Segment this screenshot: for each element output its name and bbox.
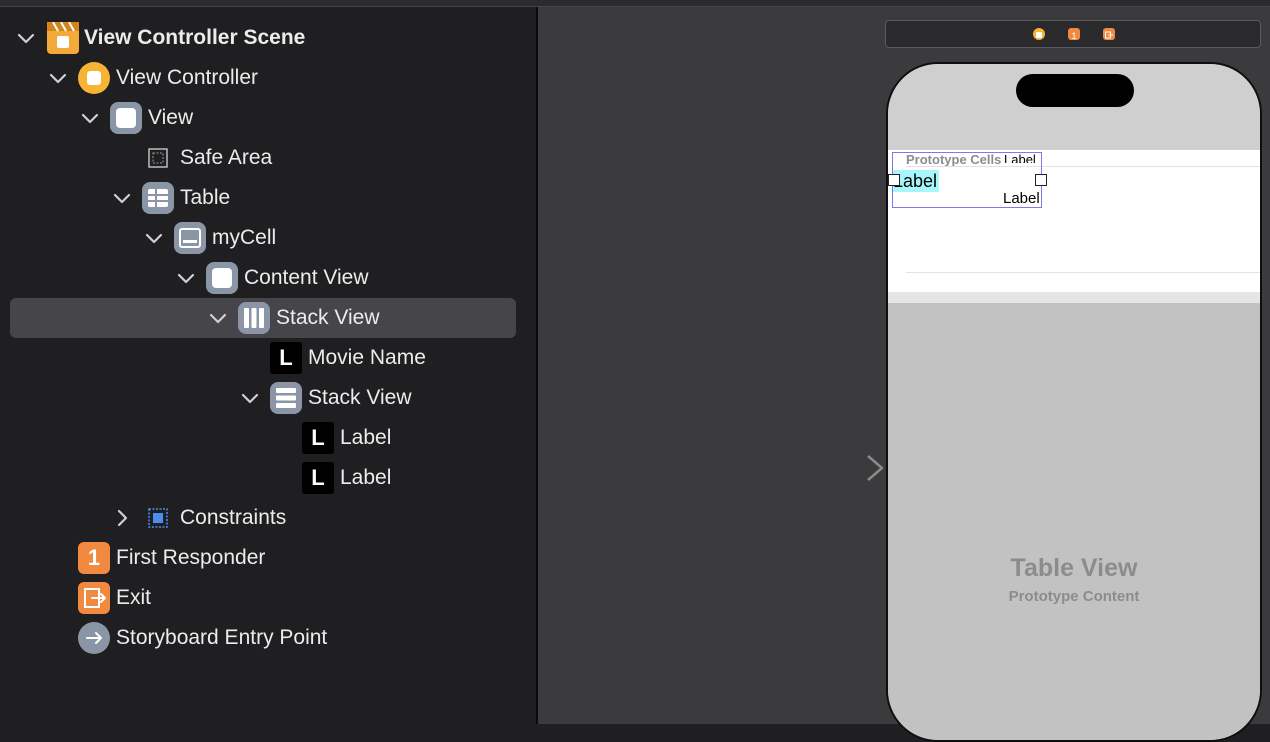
outline-row-view[interactable]: View <box>0 98 537 138</box>
scene-icon <box>47 21 79 54</box>
chevron-down-icon[interactable] <box>208 308 228 328</box>
label-icon: L <box>302 462 334 494</box>
vertical-stack-view-icon <box>270 382 302 414</box>
outline-label: Label <box>340 466 392 489</box>
chevron-down-icon[interactable] <box>240 388 260 408</box>
outline-row-view-controller[interactable]: View Controller <box>0 58 537 98</box>
device-frame: Prototype Cells Label Label Label Table … <box>886 62 1262 742</box>
resize-handle-right[interactable] <box>1035 174 1047 186</box>
outline-row-first-responder[interactable]: 1 First Responder <box>0 538 537 578</box>
outline-label: Storyboard Entry Point <box>116 626 328 649</box>
chevron-right-icon[interactable] <box>112 508 132 528</box>
dynamic-island <box>1016 74 1134 107</box>
label-icon: L <box>270 342 302 374</box>
resize-handle-left[interactable] <box>888 174 900 186</box>
outline-label: First Responder <box>116 546 266 569</box>
outline-label: Safe Area <box>180 146 273 169</box>
table-footer-strip <box>888 292 1260 303</box>
outline-label: Content View <box>244 266 369 289</box>
outline-label: Label <box>340 426 392 449</box>
outline-label: Exit <box>116 586 152 609</box>
exit-dock-icon[interactable] <box>1103 28 1115 40</box>
top-toolbar-strip <box>0 0 1270 7</box>
outline-row-stack-view[interactable]: Stack View <box>0 378 537 418</box>
safe-area-icon <box>142 142 174 174</box>
chevron-down-icon[interactable] <box>80 108 100 128</box>
entry-point-arrow-icon[interactable] <box>791 453 887 483</box>
table-icon <box>142 182 174 214</box>
outline-row-exit[interactable]: Exit <box>0 578 537 618</box>
outline-label: View Controller Scene <box>84 26 306 49</box>
outline-row-content-view[interactable]: Content View <box>0 258 537 298</box>
first-responder-icon: 1 <box>78 542 110 574</box>
first-responder-dock-icon[interactable]: 1 <box>1068 28 1080 41</box>
outline-label: View Controller <box>116 66 259 89</box>
outline-row-view-controller-scene[interactable]: View Controller Scene <box>0 18 537 58</box>
view-icon <box>206 262 238 294</box>
outline-label: Movie Name <box>308 346 426 369</box>
constraints-icon <box>142 502 174 534</box>
outline-row-safe-area[interactable]: Safe Area <box>0 138 537 178</box>
prototype-cell-area[interactable]: Prototype Cells Label Label Label <box>888 150 1260 292</box>
outline-row-stack-view-selected[interactable]: Stack View <box>0 298 537 338</box>
outline-row-table[interactable]: Table <box>0 178 537 218</box>
svg-text:1: 1 <box>1071 31 1076 41</box>
horizontal-stack-view-icon <box>238 302 270 334</box>
stack-label-top[interactable]: Label <box>1004 153 1036 163</box>
outline-row-label[interactable]: L Label <box>0 418 537 458</box>
label-icon: L <box>302 422 334 454</box>
scene-dock: 1 <box>885 20 1261 48</box>
chevron-down-icon[interactable] <box>16 28 36 48</box>
outline-row-label[interactable]: L Label <box>0 458 537 498</box>
storyboard-canvas[interactable]: 1 Prototype Cells Label Label Label Tabl… <box>538 7 1270 742</box>
outline-row-constraints[interactable]: Constraints <box>0 498 537 538</box>
table-view-title: Table View <box>1010 554 1138 582</box>
entry-point-icon <box>78 622 110 654</box>
outline-row-movie-name[interactable]: L Movie Name <box>0 338 537 378</box>
outline-row-storyboard-entry-point[interactable]: Storyboard Entry Point <box>0 618 537 658</box>
outline-label: Table <box>180 186 231 209</box>
outline-label: View <box>148 106 194 129</box>
chevron-down-icon[interactable] <box>176 268 196 288</box>
chevron-down-icon[interactable] <box>144 228 164 248</box>
document-outline: View Controller Scene View Controller Vi… <box>0 7 537 724</box>
view-controller-dock-icon[interactable] <box>1033 28 1045 40</box>
table-view-subtitle: Prototype Content <box>1008 588 1140 605</box>
cell-separator <box>906 272 1260 273</box>
table-cell-icon <box>174 222 206 254</box>
table-view-background[interactable]: Table View Prototype Content <box>888 303 1260 740</box>
view-controller-icon <box>78 62 110 94</box>
view-icon <box>110 102 142 134</box>
stack-label-bottom[interactable]: Label <box>1003 190 1040 208</box>
chevron-down-icon[interactable] <box>112 188 132 208</box>
outline-label: Stack View <box>308 386 412 409</box>
outline-label: Stack View <box>276 306 380 329</box>
outline-label: Constraints <box>180 506 287 529</box>
exit-icon <box>78 582 110 614</box>
chevron-down-icon[interactable] <box>48 68 68 88</box>
outline-label: myCell <box>212 226 277 249</box>
outline-row-mycell[interactable]: myCell <box>0 218 537 258</box>
